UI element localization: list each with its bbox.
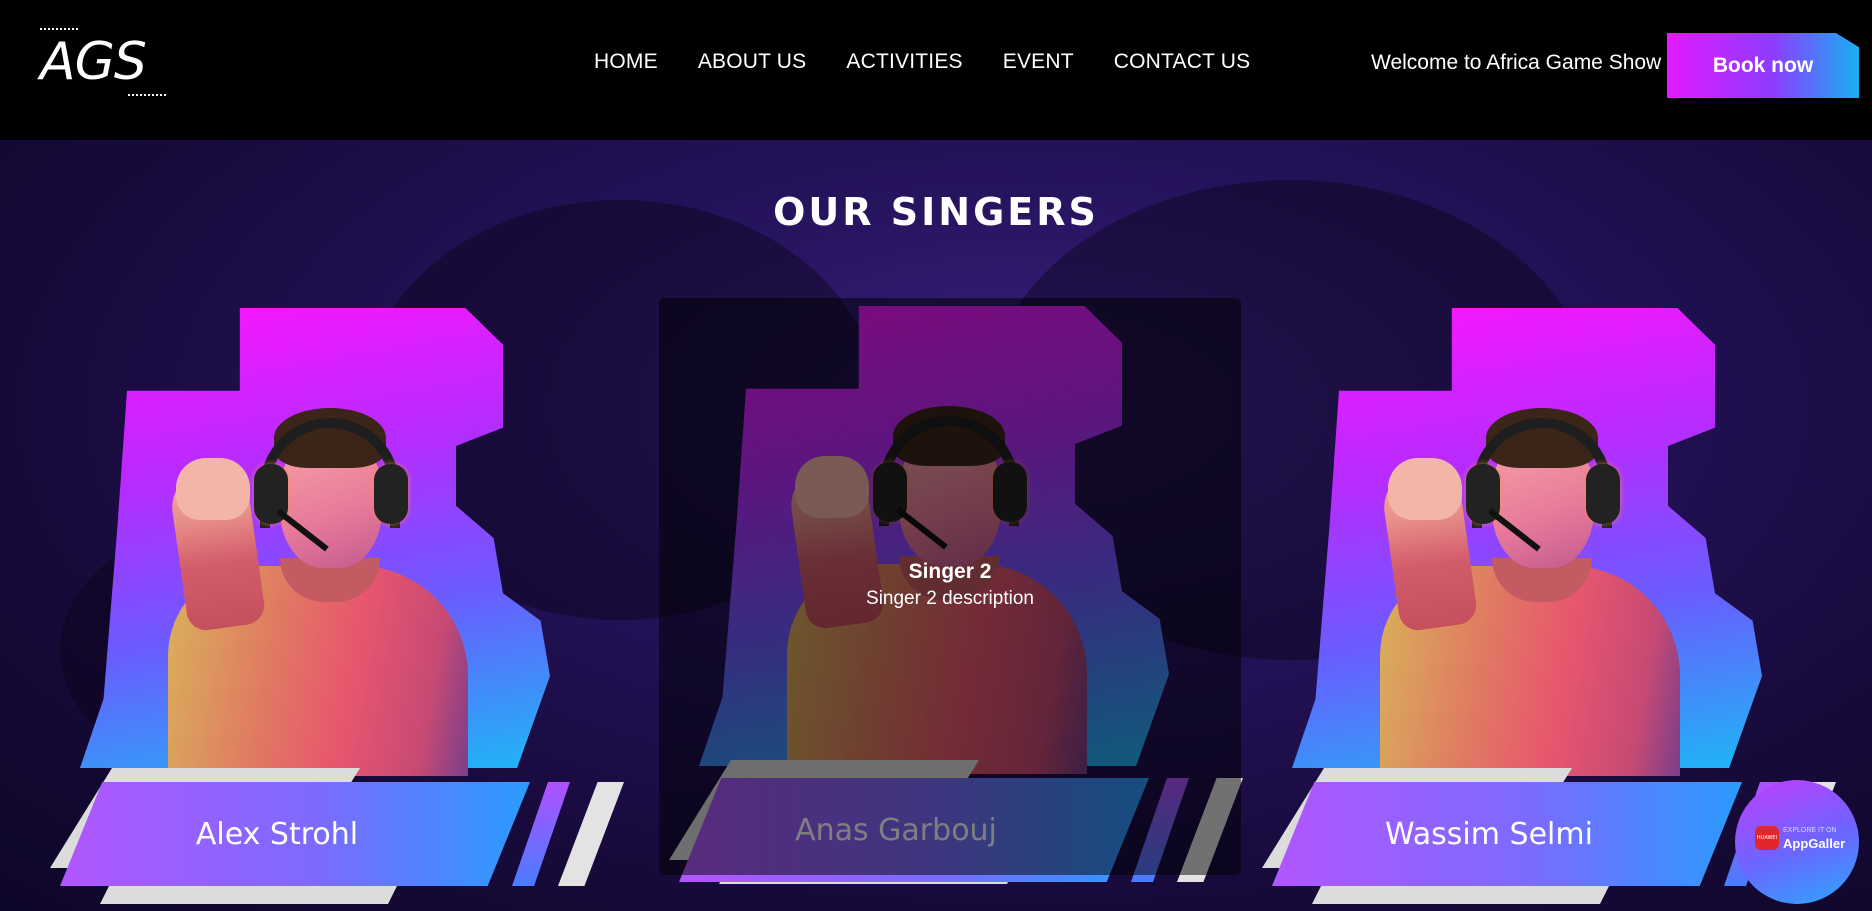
- main-nav: HOME ABOUT US ACTIVITIES EVENT CONTACT U…: [594, 50, 1250, 74]
- hover-caption: Singer 2 Singer 2 description: [659, 560, 1241, 610]
- singers-section: OUR SINGERS Alex Strohl Singer 2 Singer …: [0, 140, 1872, 911]
- nav-about-us[interactable]: ABOUT US: [698, 50, 807, 74]
- nav-contact-us[interactable]: CONTACT US: [1114, 50, 1251, 74]
- nav-activities[interactable]: ACTIVITIES: [846, 50, 962, 74]
- logo-text: AGS: [40, 32, 147, 92]
- section-title: OUR SINGERS: [773, 190, 1099, 234]
- site-header: AGS HOME ABOUT US ACTIVITIES EVENT CONTA…: [0, 0, 1872, 140]
- huawei-icon: HUAWEI: [1755, 826, 1779, 850]
- singer-photo: [167, 408, 468, 776]
- name-plate: Alex Strohl: [60, 782, 530, 886]
- book-now-button[interactable]: Book now: [1667, 33, 1859, 98]
- singer-name: Alex Strohl: [195, 816, 359, 852]
- logo-dots-top: [40, 28, 78, 30]
- nav-home[interactable]: HOME: [594, 50, 658, 74]
- name-plate: Wassim Selmi: [1272, 782, 1742, 886]
- singer-name: Wassim Selmi: [1385, 816, 1593, 852]
- name-plate-group: Alex Strohl: [50, 768, 624, 908]
- singer-photo: [1379, 408, 1680, 776]
- welcome-text: Welcome to Africa Game Show: [1371, 51, 1662, 74]
- ags-logo[interactable]: AGS: [36, 26, 168, 98]
- badge-label: AppGaller: [1783, 836, 1846, 851]
- hover-title: Singer 2: [908, 560, 992, 583]
- singer-card-hovered[interactable]: Anas Garbouj Singer 2 Singer 2 descripti…: [659, 298, 1243, 884]
- singer-card[interactable]: Wassim Selmi: [1262, 300, 1836, 904]
- badge-small-text: EXPLORE IT ON: [1783, 827, 1837, 834]
- hover-description: Singer 2 description: [866, 588, 1034, 609]
- singer-card[interactable]: Alex Strohl: [50, 300, 624, 904]
- nav-event[interactable]: EVENT: [1003, 50, 1074, 74]
- logo-dots-bottom: [128, 94, 168, 96]
- appgallery-badge[interactable]: HUAWEI EXPLORE IT ON AppGaller: [1735, 780, 1859, 904]
